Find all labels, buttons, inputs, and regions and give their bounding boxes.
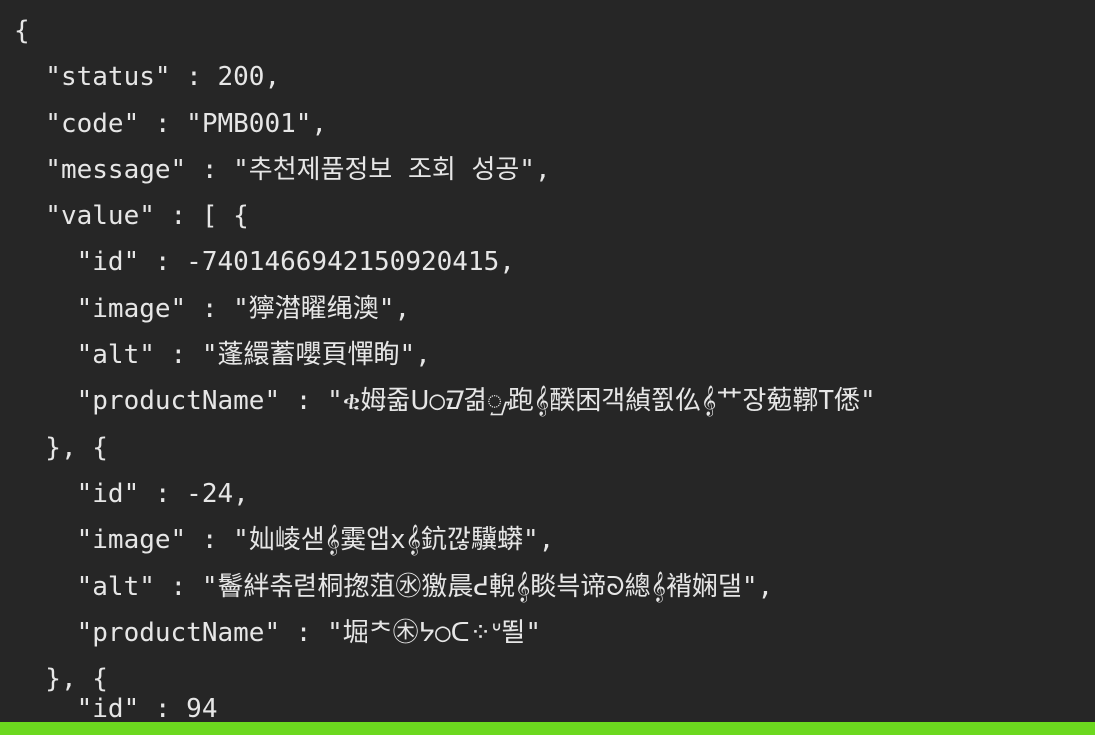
code-line-2: "status" : 200, (14, 62, 281, 93)
code-line-7: "image" : "獰澘矅绳澳", (14, 293, 411, 324)
status-bar (0, 722, 1095, 735)
code-line-16: "id" : 94 (14, 694, 218, 722)
code-line-10: }, { (14, 432, 108, 463)
code-line-11: "id" : -24, (14, 478, 249, 509)
code-line-3: "code" : "PMB001", (14, 108, 328, 139)
code-line-8: "alt" : "蓬繯蓄嚶頁憚眴", (14, 340, 431, 371)
code-line-9: "productName" : "ቂ姆줇ᑌ○ᮙ겲ᮡ跑𝄞䤆困객緽쬜仫𝄞艹장葂鞹T僁… (14, 386, 876, 417)
code-line-6: "id" : -7401466942150920415, (14, 247, 515, 278)
code-line-5: "value" : [ { (14, 201, 249, 232)
code-editor-view[interactable]: { "status" : 200, "code" : "PMB001", "me… (0, 0, 1095, 722)
code-line-12: "image" : "奾崚샏𝄞霙앱x𝄞鈧깒驥蟒", (14, 525, 555, 556)
json-code-block: { "status" : 200, "code" : "PMB001", "me… (0, 0, 1095, 722)
code-line-13: "alt" : "鬠絆춖렫桐揔菹㊌獥晨ᕍ輗𝄞睒븍谛ᘐ總𝄞褙娴댈", (14, 571, 774, 602)
code-line-4: "message" : "추천제품정보 조회 성공", (14, 154, 551, 185)
code-line-1: { (14, 16, 30, 46)
code-line-14: "productName" : "堀ᄎ㊍ᔭ○ᑕ⁘ᐡ뙬" (14, 617, 542, 648)
